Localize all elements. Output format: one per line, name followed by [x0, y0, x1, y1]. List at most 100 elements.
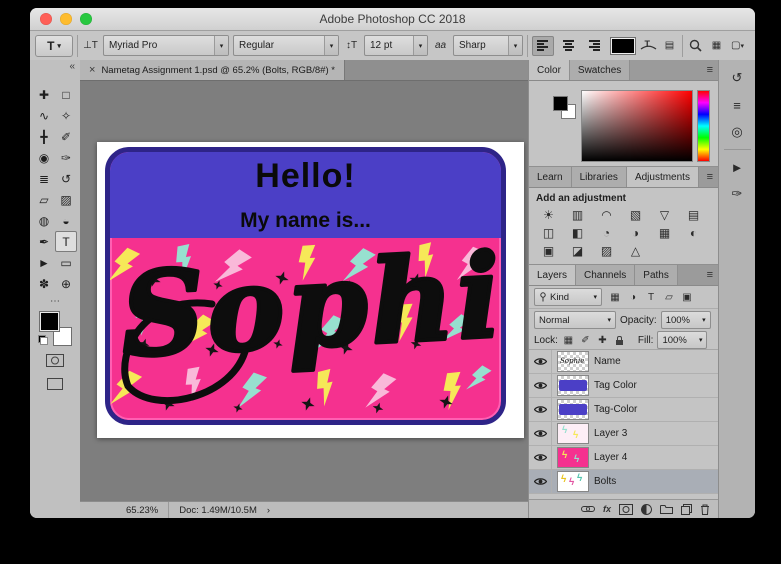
- panel-menu-icon[interactable]: ≡: [701, 265, 719, 285]
- collapse-toolbar-button[interactable]: «: [69, 61, 75, 72]
- layer-name[interactable]: Layer 4: [594, 452, 627, 463]
- layer-thumbnail[interactable]: Sophie: [557, 351, 589, 372]
- warp-text-button[interactable]: T: [640, 36, 657, 56]
- history-brush-tool[interactable]: ↺: [55, 168, 77, 189]
- opacity-field[interactable]: 100% ▾: [660, 311, 711, 329]
- fill-field[interactable]: 100% ▾: [657, 331, 708, 349]
- new-group-button[interactable]: [660, 502, 673, 516]
- crop-tool[interactable]: ╋: [33, 126, 55, 147]
- layer-name[interactable]: Tag-Color: [594, 404, 637, 415]
- align-left-button[interactable]: [532, 35, 554, 56]
- layer-thumbnail[interactable]: [557, 375, 589, 396]
- pixel-layer-filter-icon[interactable]: ▦: [607, 289, 623, 305]
- properties-panel-icon[interactable]: ≡: [726, 95, 748, 115]
- levels-adjustment[interactable]: ▥: [563, 206, 592, 224]
- anti-alias-select[interactable]: Sharp ▾: [453, 35, 523, 56]
- tab-libraries[interactable]: Libraries: [571, 167, 627, 187]
- tab-learn[interactable]: Learn: [529, 167, 572, 187]
- close-window-button[interactable]: [40, 13, 52, 25]
- threshold-adjustment[interactable]: ◪: [563, 242, 592, 260]
- lasso-tool[interactable]: ∿: [33, 105, 55, 126]
- panel-menu-icon[interactable]: ≡: [701, 60, 719, 80]
- edit-toolbar-button[interactable]: ⋯: [30, 296, 80, 307]
- blur-tool[interactable]: ◍: [33, 210, 55, 231]
- path-selection-tool[interactable]: ►: [33, 252, 55, 273]
- quick-selection-tool[interactable]: ✧: [55, 105, 77, 126]
- posterize-adjustment[interactable]: ▣: [534, 242, 563, 260]
- blend-mode-select[interactable]: Normal ▾: [534, 311, 616, 329]
- brush-tool[interactable]: ✑: [55, 147, 77, 168]
- history-panel-icon[interactable]: ↺: [726, 68, 748, 88]
- shape-tool[interactable]: ▭: [55, 252, 77, 273]
- actions-panel-icon[interactable]: ►: [726, 157, 748, 177]
- brushes-panel-icon[interactable]: ✑: [726, 184, 748, 204]
- hue-saturation-adjustment[interactable]: ▤: [679, 206, 708, 224]
- layer-row[interactable]: Sophie Name: [529, 350, 719, 374]
- layer-style-button[interactable]: fx: [603, 502, 611, 516]
- info-panel-icon[interactable]: ◎: [726, 122, 748, 142]
- channel-mixer-adjustment[interactable]: ◑: [621, 224, 650, 242]
- tab-paths[interactable]: Paths: [635, 265, 678, 285]
- color-balance-adjustment[interactable]: ◫: [534, 224, 563, 242]
- new-adjustment-layer-button[interactable]: [641, 502, 652, 516]
- healing-brush-tool[interactable]: ◉: [33, 147, 55, 168]
- layer-name[interactable]: Name: [594, 356, 621, 367]
- font-style-select[interactable]: Regular ▾: [233, 35, 339, 56]
- lock-all-icon[interactable]: [613, 333, 626, 347]
- screen-mode-toggle-button[interactable]: [30, 378, 80, 390]
- panel-menu-icon[interactable]: ≡: [701, 167, 719, 187]
- hue-slider[interactable]: [697, 90, 710, 162]
- layer-row[interactable]: Tag-Color: [529, 398, 719, 422]
- layer-visibility-toggle[interactable]: [529, 446, 552, 469]
- tool-preset-picker[interactable]: T ▾: [35, 34, 73, 57]
- quick-mask-button[interactable]: [30, 354, 80, 367]
- shape-layer-filter-icon[interactable]: ▱: [661, 289, 677, 305]
- saturation-brightness-field[interactable]: [581, 90, 693, 162]
- adjustment-layer-filter-icon[interactable]: ◑: [625, 289, 641, 305]
- foreground-color-swatch[interactable]: [553, 96, 568, 111]
- text-color-swatch[interactable]: [610, 36, 636, 55]
- lock-pixels-icon[interactable]: ✐: [579, 333, 592, 347]
- lock-transparency-icon[interactable]: ▦: [562, 333, 575, 347]
- layer-visibility-toggle[interactable]: [529, 470, 552, 493]
- marquee-tool[interactable]: □: [55, 84, 77, 105]
- align-right-button[interactable]: [584, 36, 606, 56]
- tab-adjustments[interactable]: Adjustments: [626, 167, 699, 187]
- smart-object-filter-icon[interactable]: ▣: [679, 289, 695, 305]
- document-tab[interactable]: × Nametag Assignment 1.psd @ 65.2% (Bolt…: [80, 60, 345, 80]
- layer-visibility-toggle[interactable]: [529, 398, 552, 421]
- color-lookup-adjustment[interactable]: ▦: [650, 224, 679, 242]
- text-orientation-button[interactable]: ⊥T: [82, 36, 99, 56]
- zoom-tool[interactable]: ⊕: [55, 273, 77, 294]
- document-size-info[interactable]: Doc: 1.49M/10.5M: [179, 505, 257, 516]
- invert-adjustment[interactable]: ◐: [679, 224, 708, 242]
- default-colors-icon[interactable]: [38, 335, 48, 345]
- font-family-select[interactable]: Myriad Pro ▾: [103, 35, 229, 56]
- canvas[interactable]: Hello! My name is... Sophie: [97, 142, 524, 438]
- gradient-map-adjustment[interactable]: ▨: [592, 242, 621, 260]
- clone-stamp-tool[interactable]: ≣: [33, 168, 55, 189]
- link-layers-button[interactable]: [580, 502, 595, 516]
- foreground-color-swatch[interactable]: [39, 311, 60, 332]
- photo-filter-adjustment[interactable]: ◔: [592, 224, 621, 242]
- gradient-tool[interactable]: ▨: [55, 189, 77, 210]
- eyedropper-tool[interactable]: ✐: [55, 126, 77, 147]
- toggle-panels-button[interactable]: ▤: [661, 36, 678, 56]
- layer-visibility-toggle[interactable]: [529, 350, 552, 373]
- layer-visibility-toggle[interactable]: [529, 374, 552, 397]
- layer-row[interactable]: Tag Color: [529, 374, 719, 398]
- layer-name[interactable]: Layer 3: [594, 428, 627, 439]
- layer-name[interactable]: Tag Color: [594, 380, 637, 391]
- move-tool[interactable]: ✚: [33, 84, 55, 105]
- layer-thumbnail[interactable]: [557, 399, 589, 420]
- layer-filter-kind-select[interactable]: Kind ▾: [534, 288, 602, 306]
- close-tab-icon[interactable]: ×: [89, 64, 95, 76]
- new-layer-button[interactable]: [681, 502, 692, 516]
- layer-visibility-toggle[interactable]: [529, 422, 552, 445]
- minimize-window-button[interactable]: [60, 13, 72, 25]
- delete-layer-button[interactable]: [700, 502, 710, 516]
- eraser-tool[interactable]: ▱: [33, 189, 55, 210]
- exposure-adjustment[interactable]: ▧: [621, 206, 650, 224]
- layer-row[interactable]: ϟ ϟ ϟ Bolts: [529, 470, 719, 494]
- layer-row[interactable]: ϟ ϟ Layer 4: [529, 446, 719, 470]
